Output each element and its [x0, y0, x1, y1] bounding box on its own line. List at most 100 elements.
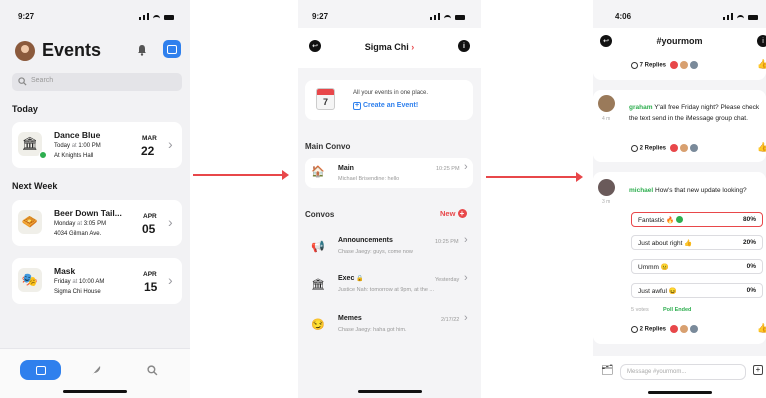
convo-name: Announcements [338, 237, 393, 244]
event-card[interactable]: 🧇 Beer Down Tail... Monday at 3:05 PM 40… [12, 200, 182, 246]
wifi-icon [153, 15, 160, 20]
signal-icons [723, 13, 758, 20]
chevron-right-icon: › [168, 272, 173, 288]
chevron-right-icon: › [464, 234, 468, 246]
new-convo-button[interactable]: New + [440, 209, 467, 218]
poll-option[interactable]: Fantastic 🔥 80% [631, 212, 763, 227]
poll-message-card: 3 m michael How's that new update lookin… [593, 172, 766, 344]
bell-icon[interactable] [137, 43, 147, 56]
create-event-card[interactable]: 7 All your events in one place. + Create… [305, 80, 473, 120]
convo-time: Yesterday [435, 277, 460, 283]
thumbs-up-icon[interactable]: 👍 [757, 59, 766, 70]
poll-status: Poll Ended [663, 307, 692, 313]
composer: 🗂 Message #yourmom... + [593, 356, 766, 398]
status-time: 9:27 [18, 12, 35, 21]
section-main-convo: Main Convo [305, 142, 351, 151]
smile-icon: 😏 [311, 319, 325, 331]
channel-screen: 4:06 ↩ #yourmom i 7 Replies 👍 4 m graham… [593, 0, 766, 398]
event-location: 4034 Gilman Ave. [54, 231, 102, 237]
convo-time: 2/17/22 [441, 317, 460, 323]
convo-row[interactable]: 🏛 Exec 🔒 Justice Nah: tomorrow at 9pm, a… [305, 270, 473, 300]
add-icon[interactable]: + [753, 365, 763, 375]
convo-row[interactable]: 😏 Memes Chase Jaegy: haha got him. 2/17/… [305, 310, 473, 340]
thumbs-up-icon[interactable]: 👍 [757, 323, 766, 334]
convo-preview: Chase Jaegy: guys, come now [338, 249, 413, 255]
tab-feather[interactable] [90, 363, 102, 381]
event-card[interactable]: 🎭 Mask Friday at 10:00 AM Sigma Chi Hous… [12, 258, 182, 304]
attachment-icon[interactable]: 🗂 [601, 365, 614, 376]
reply-icon [631, 144, 638, 152]
lock-icon: 🔒 [356, 276, 364, 282]
reply-icon [631, 325, 638, 333]
megaphone-icon: 📢 [311, 241, 325, 253]
battery-icon [164, 15, 174, 20]
checkmark-badge-icon [39, 151, 47, 159]
poll-option[interactable]: Just awful 😖 0% [631, 283, 763, 298]
feather-icon [92, 366, 101, 375]
event-datetime: Monday at 3:05 PM [54, 221, 107, 227]
section-next-week: Next Week [12, 181, 58, 191]
group-screen: 9:27 ↩ Sigma Chi › i 7 All your events i… [298, 0, 481, 398]
event-icon: 🎭 [18, 268, 42, 292]
convo-row[interactable]: 📢 Announcements Chase Jaegy: guys, come … [305, 232, 473, 262]
info-icon[interactable]: i [757, 35, 766, 47]
status-time: 4:06 [615, 12, 632, 21]
status-bar: 9:27 [0, 12, 190, 24]
event-datetime: Today at 1:00 PM [54, 143, 101, 149]
tab-search[interactable] [147, 363, 158, 381]
tab-events[interactable] [20, 360, 61, 380]
search-icon [147, 365, 158, 376]
event-icon: 🧇 [18, 210, 42, 234]
event-name: Dance Blue [54, 130, 101, 140]
main-convo-row[interactable]: 🏠 Main Michael Brisendine: hello 10:25 P… [305, 158, 473, 188]
message-text: graham Y'all free Friday night? Please c… [629, 104, 760, 122]
home-indicator [63, 390, 127, 393]
plus-square-icon: + [353, 102, 361, 110]
signal-icons [430, 13, 465, 20]
message-input[interactable]: Message #yourmom... [620, 364, 746, 380]
convo-preview: Chase Jaegy: haha got him. [338, 327, 407, 333]
header: ↩ #yourmom i [593, 28, 766, 54]
calendar-button[interactable] [163, 40, 181, 58]
event-month: APR [143, 271, 157, 278]
replies-link[interactable]: 7 Replies [631, 61, 698, 69]
convo-time: 10:25 PM [436, 166, 460, 172]
flow-arrow [486, 172, 583, 182]
create-event-link[interactable]: + Create an Event! [353, 102, 418, 110]
chevron-right-icon: › [464, 312, 468, 324]
avatar[interactable] [15, 41, 35, 61]
thumbs-up-icon[interactable]: 👍 [757, 142, 766, 153]
poll-votes: 5 votes [631, 307, 649, 313]
status-bar: 4:06 [593, 12, 766, 24]
calendar-icon: 7 [316, 88, 335, 110]
event-month: MAR [142, 135, 157, 142]
poll-option[interactable]: Just about right 👍 20% [631, 235, 763, 250]
replies-link[interactable]: 2 Replies [631, 325, 698, 333]
search-icon [18, 77, 27, 86]
header: ↩ Sigma Chi › i [298, 28, 481, 68]
group-title[interactable]: Sigma Chi › [298, 42, 481, 52]
channel-title[interactable]: #yourmom [593, 36, 766, 46]
chevron-right-icon: › [168, 214, 173, 230]
status-time: 9:27 [312, 12, 329, 21]
chevron-right-icon: › [168, 136, 173, 152]
calendar-icon [35, 365, 46, 375]
event-location: At Knights Hall [54, 153, 94, 159]
info-icon[interactable]: i [458, 40, 470, 52]
event-name: Mask [54, 266, 76, 276]
event-month: APR [143, 213, 157, 220]
signal-icons [139, 13, 174, 20]
convo-preview: Justice Nah: tomorrow at 9pm, at the ... [338, 287, 434, 293]
check-circle-icon [676, 216, 684, 224]
event-datetime: Friday at 10:00 AM [54, 279, 105, 285]
replies-link[interactable]: 2 Replies [631, 144, 698, 152]
event-card[interactable]: 🏛 Dance Blue Today at 1:00 PM At Knights… [12, 122, 182, 168]
search-bar[interactable]: Search [12, 73, 182, 91]
poll-option[interactable]: Ummm 😐 0% [631, 259, 763, 274]
avatar [598, 95, 615, 112]
convo-preview: Michael Brisendine: hello [338, 176, 400, 182]
page-title: Events [42, 40, 102, 60]
thread-card: 7 Replies 👍 [593, 54, 766, 80]
event-date: 22 [141, 144, 155, 158]
convo-name: Exec 🔒 [338, 275, 364, 282]
